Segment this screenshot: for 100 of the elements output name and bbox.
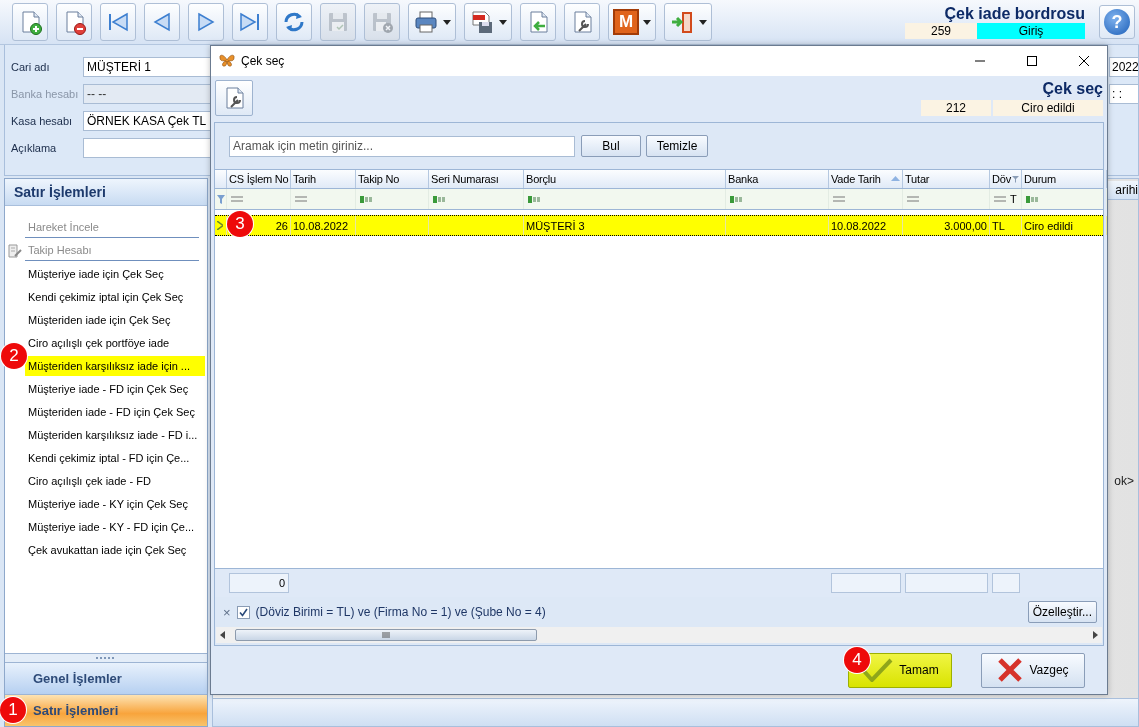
step-marker: 1 [0,697,26,723]
dialog-heading: Çek seç [1042,80,1103,98]
clear-filter-button[interactable]: × [223,604,231,620]
text-filter-icon[interactable] [433,195,446,203]
sidebar-item[interactable]: Müşteriden iade için Çek Seç [25,309,205,330]
document-pen-icon [7,242,23,259]
pdf-save-icon [469,9,495,35]
step-marker: 3 [227,211,253,237]
refresh-button[interactable] [276,3,312,41]
printer-icon [413,9,439,35]
scrollbar-thumb[interactable] [235,629,537,641]
table-cell: MÜŞTERİ 3 [524,216,726,235]
cancel-button[interactable]: Vazgeç [981,652,1085,688]
settings-button[interactable] [564,3,600,41]
grid-text: ok> [1114,474,1134,488]
pdf-export-button[interactable] [464,3,512,41]
column-header[interactable]: CS İşlem No [227,170,291,188]
field-label: Açıklama [11,142,58,154]
butterfly-icon [219,54,235,68]
column-header[interactable]: Vade Tarih [829,170,903,188]
section-tab[interactable]: Genel İşlemler [5,662,207,694]
table-cell: Ciro edildi [1022,216,1107,235]
field-label: Kasa hesabı [11,115,74,127]
exit-door-icon [669,9,695,35]
checkmark-icon [861,658,894,682]
filter-icon [217,194,225,204]
sidebar-item[interactable]: Müşteriden karşılıksız iade - FD i... [25,424,205,445]
sidebar-item[interactable]: Müşteriye iade - KY için Çek Seç [25,493,205,514]
sidebar-item[interactable]: Ciro açılışlı çek iade - FD [25,470,205,491]
column-header[interactable]: Döv [990,170,1022,188]
summary-value: 0 [229,573,289,593]
sidebar-item[interactable]: Müşteriye iade - KY - FD için Çe... [25,516,205,537]
equals-icon[interactable] [907,196,919,202]
dialog-title: Çek seç [241,54,285,68]
maximize-icon [1026,56,1038,66]
step-marker: 2 [1,343,27,369]
sidebar-item[interactable]: Müşteriye iade - FD için Çek Seç [25,378,205,399]
filter-text: (Döviz Birimi = TL) ve (Firma No = 1) ve (Şube No = 4) [255,605,547,619]
sidebar-item[interactable]: Ciro açılışlı çek portföye iade [25,332,205,353]
column-header[interactable]: Banka [726,170,829,188]
table-cell: 10.08.2022 [829,216,903,235]
column-header[interactable]: Tutar [903,170,990,188]
sidebar-item[interactable]: Çek avukattan iade için Çek Seç [25,539,205,560]
table-cell: TL [990,216,1022,235]
text-field[interactable]: 2022 [1109,57,1138,77]
caret-icon [643,19,651,25]
record-number: 259 [905,23,977,39]
sidebar-item[interactable]: Kendi çekimiz iptal için Çek Seç [25,286,205,307]
print-button[interactable] [408,3,456,41]
column-header[interactable]: Durum [1022,170,1107,188]
next-button[interactable] [188,3,224,41]
close-icon [1078,56,1090,66]
close-icon [997,657,1024,683]
row-pointer-icon [217,221,223,230]
text-filter-icon[interactable] [1026,195,1039,203]
text-filter-icon[interactable] [360,195,373,203]
filter-value: T [1010,193,1017,205]
customize-button[interactable]: Özelleştir... [1027,601,1097,623]
checkbox[interactable] [236,605,250,619]
equals-icon[interactable] [833,196,845,202]
table-cell: 3.000,00 [903,216,990,235]
sidebar-item[interactable]: Müşteriden karşılıksız iade için ... [25,355,205,376]
sidebar-item[interactable]: Kendi çekimiz iptal - FD için Çe... [25,447,205,468]
form-title: Çek iade bordrosu [944,5,1085,23]
search-field[interactable]: Aramak için metin giriniz... [229,135,575,157]
caret-icon [443,19,451,25]
previous-button[interactable] [144,3,180,41]
text-filter-icon[interactable] [730,195,743,203]
step-marker: 4 [844,647,870,673]
column-header[interactable]: Borçlu [524,170,726,188]
delete-button[interactable] [56,3,92,41]
import-button[interactable] [520,3,556,41]
column-header[interactable]: Tarih [291,170,356,188]
text-field[interactable]: : : [1109,84,1138,104]
find-button[interactable]: Bul [581,135,641,157]
column-header[interactable]: Takip No [356,170,429,188]
record-number: 212 [921,100,991,116]
status-label: Ciro edildi [993,100,1103,116]
equals-icon[interactable] [231,196,243,202]
exit-button[interactable] [664,3,712,41]
text-filter-icon[interactable] [528,195,541,203]
equals-icon[interactable] [994,196,1006,202]
last-record-button[interactable] [232,3,268,41]
table-cell: 10.08.2022 [291,216,356,235]
mode-badge: Giriş [977,23,1085,39]
splitter-handle[interactable] [95,656,117,660]
sidebar-item[interactable]: Müşteriye iade için Çek Seç [25,263,205,284]
column-header: arihi [1115,183,1138,197]
new-button[interactable] [12,3,48,41]
column-header[interactable]: Seri Numarası [429,170,524,188]
field-label: Banka hesabı [11,88,80,100]
panel-title: Satır İşlemleri [5,179,207,206]
first-record-button[interactable] [100,3,136,41]
settings-button[interactable] [215,80,253,116]
clear-button[interactable]: Temizle [646,135,708,157]
equals-icon[interactable] [295,196,307,202]
sidebar-item[interactable]: Müşteriden iade - FD için Çek Seç [25,401,205,422]
field-label: Cari adı [11,61,51,73]
caret-icon [699,19,707,25]
horizontal-scrollbar[interactable] [216,627,1102,643]
